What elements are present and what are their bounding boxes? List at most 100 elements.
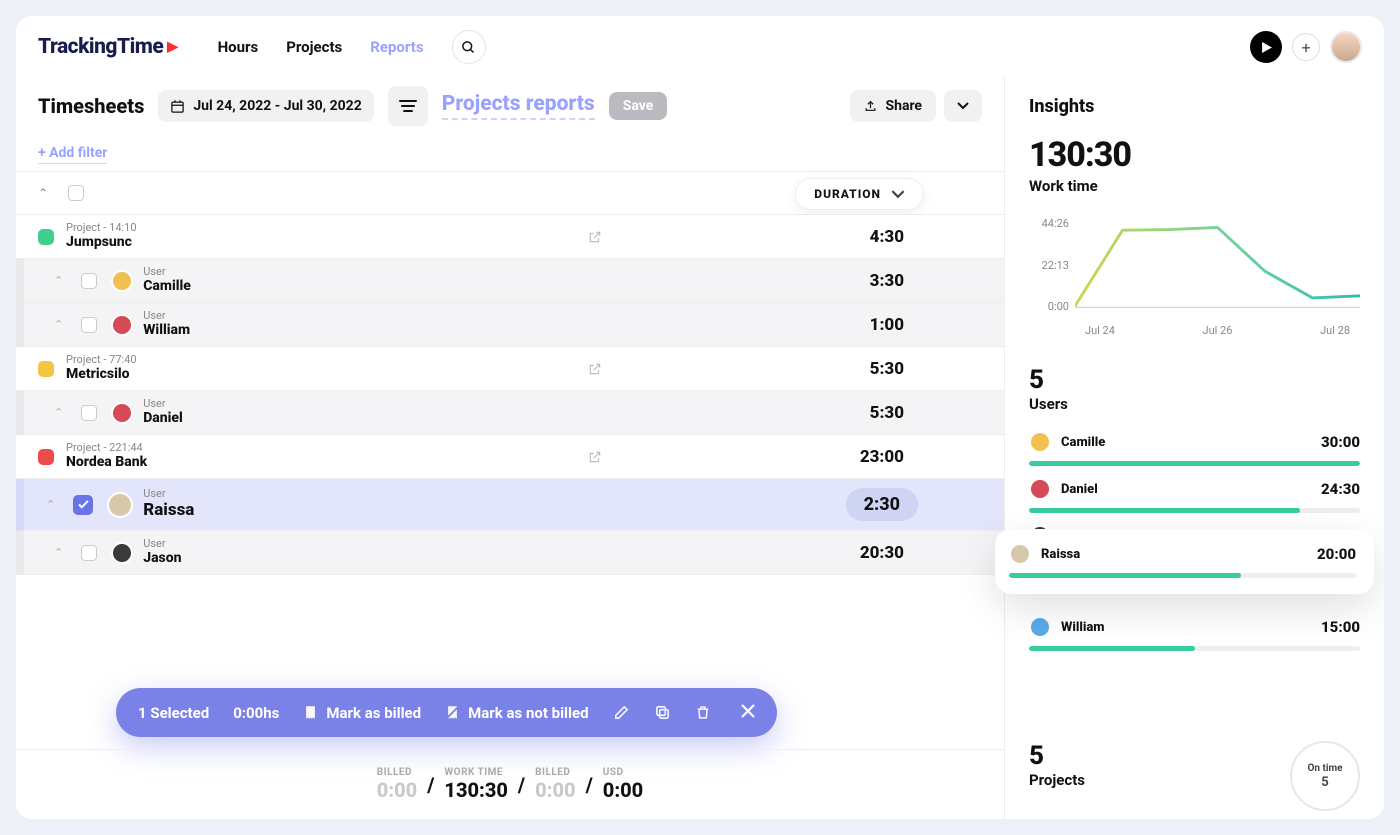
nav-hours[interactable]: Hours [218, 38, 259, 56]
mark-billed-button[interactable]: Mark as billed [303, 704, 421, 722]
trash-icon [695, 704, 711, 721]
user-avatar[interactable] [1330, 31, 1362, 63]
logo-mark-icon: ▶ [167, 39, 177, 55]
edit-button[interactable] [613, 704, 630, 721]
row-duration: 23:00 [860, 447, 904, 467]
receipt-icon [303, 704, 318, 721]
row-meta: User [143, 538, 181, 550]
row-checkbox[interactable] [73, 495, 93, 515]
mark-not-billed-button[interactable]: Mark as not billed [445, 704, 588, 722]
user-bar [1009, 573, 1356, 578]
row-duration: 20:30 [860, 543, 904, 563]
nav-reports[interactable]: Reports [370, 38, 423, 56]
share-button[interactable]: Share [850, 90, 936, 122]
edit-icon [613, 704, 630, 721]
row-meta: Project - 14:10 [66, 222, 137, 234]
users-label: Users [1029, 395, 1360, 413]
users-list: Camille 30:00 Daniel 24:30 Jason 23:00 R… [1029, 425, 1360, 651]
chevron-icon[interactable]: ⌃ [54, 546, 63, 559]
row-checkbox[interactable] [81, 273, 97, 289]
user-avatar-small [111, 542, 133, 564]
save-button[interactable]: Save [609, 92, 668, 120]
selected-count: 1 Selected [138, 704, 209, 722]
work-time-label: Work time [1029, 177, 1360, 195]
row-checkbox[interactable] [81, 545, 97, 561]
chevron-icon[interactable]: ⌃ [46, 498, 55, 511]
user-name: Raissa [1041, 547, 1080, 562]
user-insight-row[interactable]: Daniel 24:30 [1029, 472, 1360, 513]
open-icon[interactable] [588, 230, 602, 244]
select-all-checkbox[interactable] [68, 185, 84, 201]
search-button[interactable] [452, 30, 486, 64]
work-time-chart: 44:26 22:13 0:00 Ju [1029, 217, 1360, 337]
user-avatar-small [1029, 431, 1051, 453]
share-options-button[interactable] [944, 90, 982, 122]
check-icon [78, 500, 89, 509]
chevron-icon[interactable]: ⌃ [54, 406, 63, 419]
user-avatar-small [107, 492, 133, 518]
user-name: Daniel [1061, 482, 1098, 497]
user-insight-row-highlight[interactable]: Raissa 20:00 [995, 529, 1374, 594]
report-name-input[interactable]: Projects reports [442, 92, 595, 120]
duration-column-button[interactable]: DURATION [795, 178, 924, 210]
nav-projects[interactable]: Projects [286, 38, 342, 56]
user-avatar-small [1029, 478, 1051, 500]
selection-actionbar: 1 Selected 0:00hs Mark as billed Mark as… [116, 688, 777, 737]
row-duration: 1:00 [870, 315, 904, 335]
add-filter-button[interactable]: + Add filter [38, 145, 107, 164]
date-range-picker[interactable]: Jul 24, 2022 - Jul 30, 2022 [158, 90, 373, 122]
filter-row: + Add filter [16, 136, 1004, 171]
user-avatar-small [111, 314, 133, 336]
row-name: Nordea Bank [66, 454, 147, 471]
user-time: 20:00 [1317, 545, 1356, 563]
play-button[interactable] [1250, 31, 1282, 63]
user-avatar-small [1009, 543, 1031, 565]
user-row[interactable]: ⌃ UserCamille 3:30 [16, 259, 1004, 303]
chevron-icon[interactable]: ⌃ [54, 318, 63, 331]
row-name: Daniel [143, 410, 183, 427]
projects-label: Projects [1029, 771, 1085, 789]
user-row[interactable]: ⌃ UserJason 20:30 [16, 531, 1004, 575]
user-row[interactable]: ⌃ UserWilliam 1:00 [16, 303, 1004, 347]
row-duration: 5:30 [870, 403, 904, 423]
row-duration: 2:30 [846, 488, 918, 521]
delete-button[interactable] [695, 704, 711, 721]
insights-title: Insights [1029, 96, 1360, 117]
copy-button[interactable] [654, 704, 671, 721]
receipt-slash-icon [445, 704, 460, 721]
close-actionbar-button[interactable] [741, 702, 755, 723]
user-bar [1029, 646, 1360, 651]
logo: TrackingTime▶ [38, 35, 178, 59]
row-checkbox[interactable] [81, 317, 97, 333]
collapse-all-button[interactable]: ⌃ [38, 186, 48, 200]
users-count: 5 [1029, 365, 1360, 395]
user-row-selected[interactable]: ⌃ UserRaissa 2:30 [16, 479, 1004, 531]
row-duration: 4:30 [870, 227, 904, 247]
user-bar [1029, 461, 1360, 466]
project-row[interactable]: Project - 77:40Metricsilo 5:30 [16, 347, 1004, 391]
open-icon[interactable] [588, 362, 602, 376]
user-insight-row[interactable]: William 15:00 [1029, 610, 1360, 651]
row-name: Metricsilo [66, 366, 137, 383]
user-avatar-small [111, 270, 133, 292]
chevron-icon[interactable]: ⌃ [54, 274, 63, 287]
share-icon [864, 100, 877, 113]
add-button[interactable]: + [1292, 33, 1320, 61]
user-row[interactable]: ⌃ UserDaniel 5:30 [16, 391, 1004, 435]
row-name: William [143, 322, 190, 339]
plus-icon: + [1301, 38, 1310, 57]
row-checkbox[interactable] [81, 405, 97, 421]
user-insight-row[interactable]: Camille 30:00 [1029, 425, 1360, 466]
project-row[interactable]: Project - 14:10Jumpsunc 4:30 [16, 215, 1004, 259]
project-row[interactable]: Project - 221:44Nordea Bank 23:00 [16, 435, 1004, 479]
group-by-button[interactable] [388, 86, 428, 126]
open-icon[interactable] [588, 450, 602, 464]
copy-icon [654, 704, 671, 721]
row-meta: User [143, 266, 191, 278]
chevron-down-icon [957, 102, 969, 110]
projects-summary: 5 Projects On time 5 [1029, 741, 1360, 811]
project-color-dot [38, 229, 54, 245]
chart-svg [1075, 217, 1360, 308]
row-duration: 3:30 [870, 271, 904, 291]
summary-footer: BILLED0:00 / WORK TIME130:30 / BILLED0:0… [16, 749, 1004, 819]
